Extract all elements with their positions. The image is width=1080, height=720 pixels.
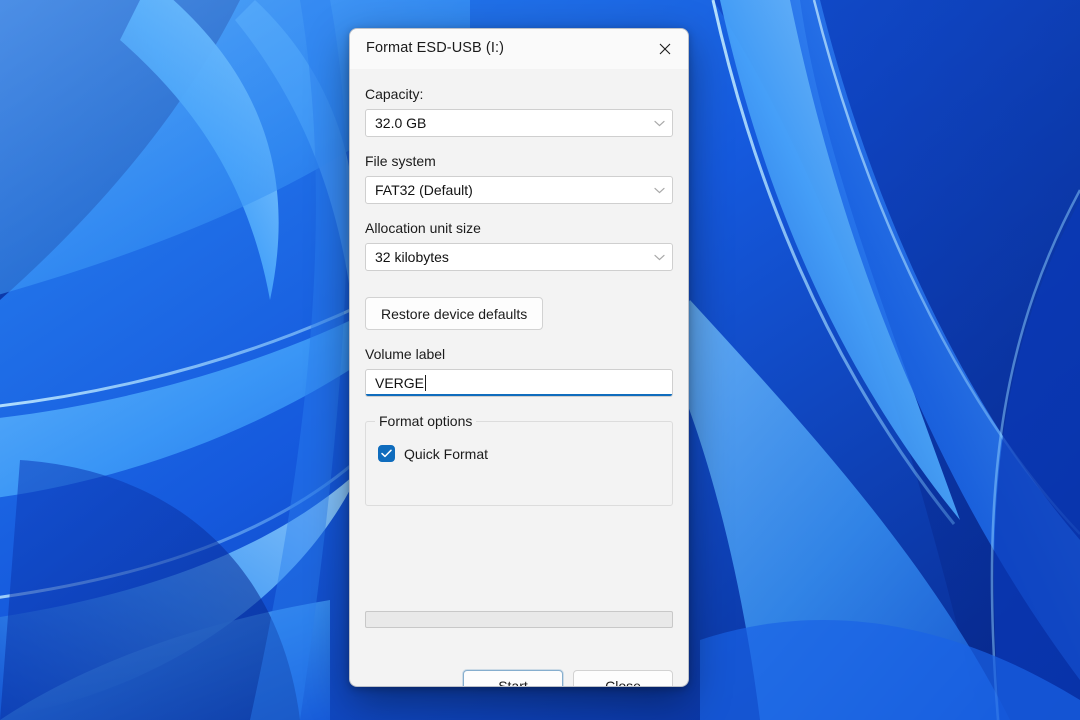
chevron-down-icon [646, 120, 672, 127]
format-options-group: Format options Quick Format [365, 413, 673, 506]
format-options-legend: Format options [375, 413, 477, 429]
format-progress-bar [365, 611, 673, 628]
close-button[interactable] [642, 29, 688, 69]
quick-format-checkbox[interactable] [378, 445, 395, 462]
dialog-title: Format ESD-USB (I:) [366, 40, 505, 56]
file-system-label: File system [365, 153, 436, 169]
close-icon [659, 43, 671, 55]
close-dialog-button[interactable]: Close [573, 670, 673, 686]
checkmark-icon [381, 445, 392, 463]
allocation-unit-size-dropdown[interactable]: 32 kilobytes [365, 243, 673, 271]
allocation-unit-size-value: 32 kilobytes [375, 249, 449, 265]
quick-format-row[interactable]: Quick Format [378, 445, 488, 462]
file-system-dropdown[interactable]: FAT32 (Default) [365, 176, 673, 204]
file-system-value: FAT32 (Default) [375, 182, 473, 198]
capacity-value: 32.0 GB [375, 115, 427, 131]
volume-label-input[interactable]: VERGE [365, 369, 673, 397]
quick-format-label: Quick Format [404, 445, 489, 462]
input-focus-underline [366, 394, 672, 396]
start-button[interactable]: Start [463, 670, 563, 686]
dialog-body: Capacity: 32.0 GB File system FAT32 (Def… [350, 85, 688, 686]
capacity-label: Capacity: [365, 86, 424, 102]
restore-device-defaults-button[interactable]: Restore device defaults [365, 297, 544, 330]
capacity-dropdown[interactable]: 32.0 GB [365, 109, 673, 137]
text-caret [425, 375, 427, 391]
volume-label-caption: Volume label [365, 346, 446, 362]
volume-label-value: VERGE [375, 375, 425, 391]
chevron-down-icon [646, 187, 672, 194]
allocation-unit-size-label: Allocation unit size [365, 220, 481, 236]
dialog-button-row: Start Close [463, 670, 673, 686]
chevron-down-icon [646, 254, 672, 261]
dialog-title-bar: Format ESD-USB (I:) [350, 29, 688, 69]
format-dialog: Format ESD-USB (I:) Capacity: 32.0 GB Fi… [349, 28, 689, 687]
